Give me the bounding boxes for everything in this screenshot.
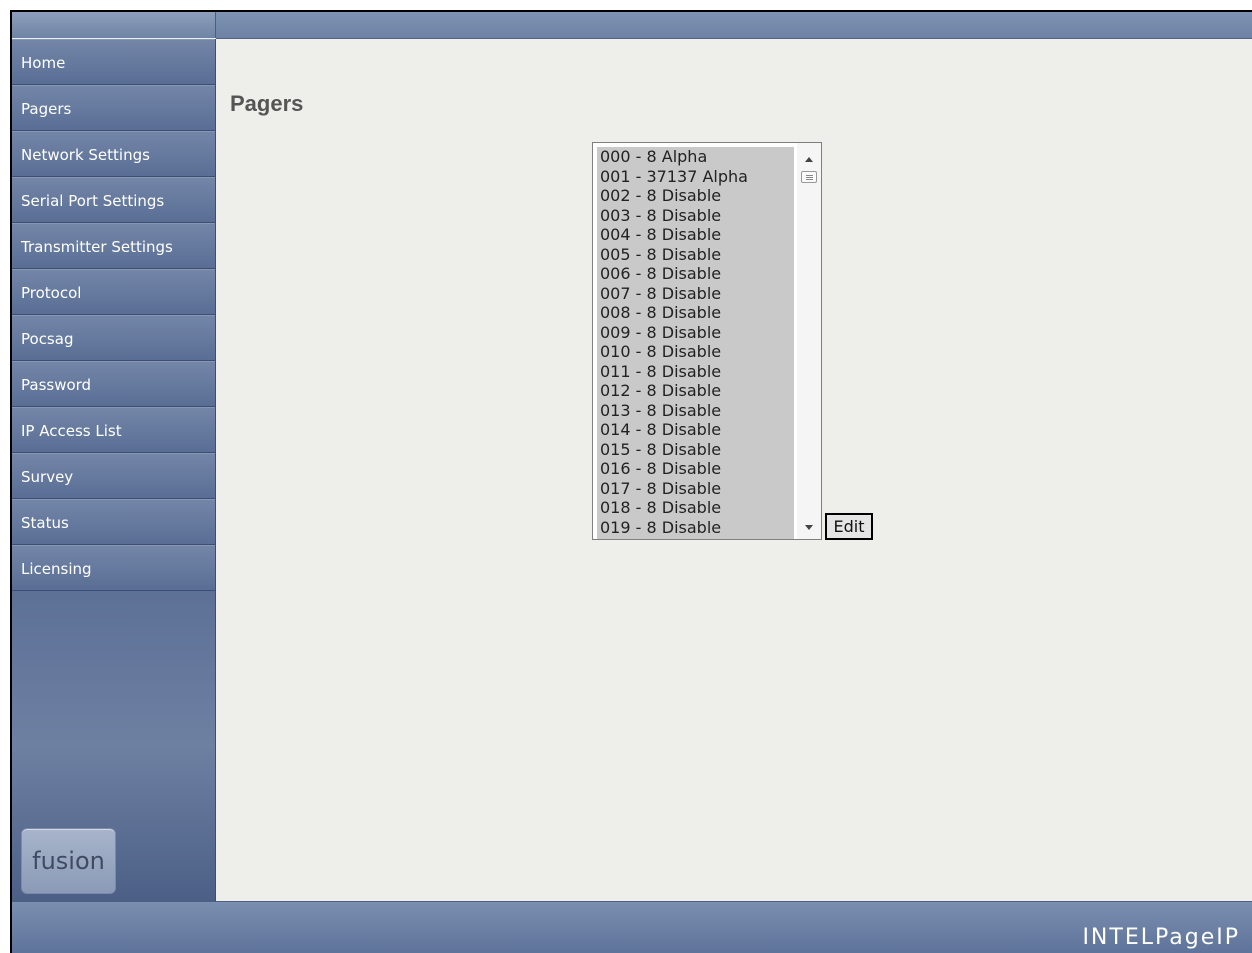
pager-list-item[interactable]: 002 - 8 Disable	[597, 186, 794, 206]
pager-list-item[interactable]: 006 - 8 Disable	[597, 264, 794, 284]
sidebar-item-label: Password	[21, 376, 92, 394]
pager-list-item[interactable]: 004 - 8 Disable	[597, 225, 794, 245]
sidebar-item-licensing[interactable]: Licensing	[12, 545, 215, 591]
pager-list-item[interactable]: 016 - 8 Disable	[597, 459, 794, 479]
sidebar: Home Pagers Network Settings Serial Port…	[12, 39, 216, 901]
scroll-up-arrow-icon[interactable]	[803, 153, 815, 165]
pager-list-item[interactable]: 000 - 8 Alpha	[597, 147, 794, 167]
sidebar-item-home[interactable]: Home	[12, 39, 215, 85]
sidebar-item-transmitter-settings[interactable]: Transmitter Settings	[12, 223, 215, 269]
sidebar-item-label: Pocsag	[21, 330, 74, 348]
pager-list-item[interactable]: 011 - 8 Disable	[597, 362, 794, 382]
sidebar-item-survey[interactable]: Survey	[12, 453, 215, 499]
pager-list-item[interactable]: 017 - 8 Disable	[597, 479, 794, 499]
fusion-logo: fusion	[21, 828, 116, 894]
listbox-scrollbar[interactable]	[797, 143, 821, 539]
pager-list-item[interactable]: 005 - 8 Disable	[597, 245, 794, 265]
main-content: Pagers 000 - 8 Alpha 001 - 37137 Alpha 002…	[216, 39, 1252, 901]
app-frame: Home Pagers Network Settings Serial Port…	[10, 10, 1252, 953]
sidebar-item-label: Protocol	[21, 284, 82, 302]
pager-list-item[interactable]: 015 - 8 Disable	[597, 440, 794, 460]
brand-name: INTELPageIP	[1082, 925, 1240, 950]
sidebar-item-label: Licensing	[21, 560, 92, 578]
sidebar-item-label: Status	[21, 514, 69, 532]
sidebar-item-label: Pagers	[21, 100, 72, 118]
pager-list-item[interactable]: 019 - 8 Disable	[597, 518, 794, 538]
top-bar	[216, 12, 1252, 39]
pager-list-item[interactable]: 014 - 8 Disable	[597, 420, 794, 440]
scroll-down-arrow-icon[interactable]	[803, 521, 815, 533]
edit-button[interactable]: Edit	[825, 513, 873, 540]
logo-text: fusion	[32, 847, 105, 875]
sidebar-header	[12, 12, 216, 38]
sidebar-item-label: Transmitter Settings	[21, 238, 173, 256]
sidebar-item-label: Serial Port Settings	[21, 192, 165, 210]
pager-list-item[interactable]: 001 - 37137 Alpha	[597, 167, 794, 187]
sidebar-item-protocol[interactable]: Protocol	[12, 269, 215, 315]
pager-list-items: 000 - 8 Alpha 001 - 37137 Alpha 002 - 8 Di…	[597, 147, 794, 539]
sidebar-item-label: Network Settings	[21, 146, 150, 164]
scroll-thumb[interactable]	[801, 171, 817, 183]
sidebar-item-status[interactable]: Status	[12, 499, 215, 545]
pager-list-item[interactable]: 009 - 8 Disable	[597, 323, 794, 343]
sidebar-item-label: IP Access List	[21, 422, 122, 440]
sidebar-item-label: Home	[21, 54, 66, 72]
sidebar-item-pocsag[interactable]: Pocsag	[12, 315, 215, 361]
sidebar-item-ip-access-list[interactable]: IP Access List	[12, 407, 215, 453]
sidebar-item-serial-port-settings[interactable]: Serial Port Settings	[12, 177, 215, 223]
pager-list-item[interactable]: 013 - 8 Disable	[597, 401, 794, 421]
pager-list-item[interactable]: 010 - 8 Disable	[597, 342, 794, 362]
pager-list-item[interactable]: 018 - 8 Disable	[597, 498, 794, 518]
sidebar-item-password[interactable]: Password	[12, 361, 215, 407]
pager-list-item[interactable]: 007 - 8 Disable	[597, 284, 794, 304]
pager-listbox[interactable]: 000 - 8 Alpha 001 - 37137 Alpha 002 - 8 Di…	[592, 142, 822, 540]
pager-list-item[interactable]: 008 - 8 Disable	[597, 303, 794, 323]
footer-bar: INTELPageIP	[12, 901, 1252, 953]
sidebar-item-pagers[interactable]: Pagers	[12, 85, 215, 131]
sidebar-item-label: Survey	[21, 468, 74, 486]
sidebar-item-network-settings[interactable]: Network Settings	[12, 131, 215, 177]
pager-list-item[interactable]: 003 - 8 Disable	[597, 206, 794, 226]
page-title: Pagers	[230, 91, 304, 116]
pager-list-item[interactable]: 012 - 8 Disable	[597, 381, 794, 401]
